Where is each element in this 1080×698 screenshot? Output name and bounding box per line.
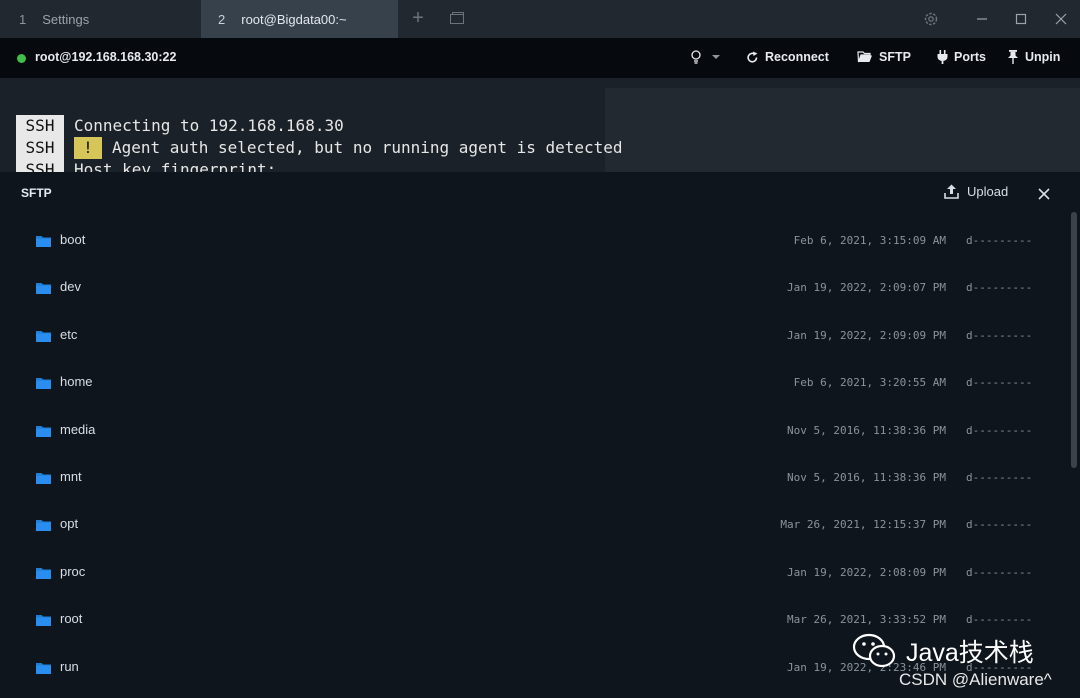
tab-label: Settings [42, 11, 90, 27]
ssh-tag: SSH [16, 137, 64, 159]
hint-dropdown[interactable] [690, 50, 726, 64]
wechat-icon [852, 633, 896, 668]
file-modified-date: Nov 5, 2016, 11:38:36 PM [787, 423, 946, 437]
connection-status-indicator [17, 54, 26, 63]
minimize-icon[interactable] [973, 10, 991, 28]
file-name: boot [60, 232, 86, 247]
sftp-button[interactable]: SFTP [857, 50, 911, 64]
terminal-background-image [605, 88, 1080, 172]
file-row[interactable]: media Nov 5, 2016, 11:38:36 PM d--------- [0, 411, 1060, 458]
file-row[interactable]: home Feb 6, 2021, 3:20:55 AM d--------- [0, 363, 1060, 410]
wechat-watermark: Java技术栈 [852, 631, 1034, 671]
terminal-line: SSH Host key fingerprint: [16, 159, 276, 172]
file-modified-date: Nov 5, 2016, 11:38:36 PM [787, 471, 946, 484]
scrollbar[interactable] [1071, 212, 1077, 468]
ssh-tag: SSH [16, 115, 64, 137]
file-name: mnt [60, 469, 82, 484]
file-name: root [60, 611, 83, 627]
terminal-line-text: Host key fingerprint: [74, 160, 277, 172]
warning-badge: ! [74, 137, 102, 159]
file-modified-date: Jan 19, 2022, 2:08:09 PM [787, 565, 946, 579]
file-permissions: d--------- [966, 471, 1033, 484]
refresh-icon [747, 51, 758, 63]
file-name: opt [60, 516, 79, 532]
file-row[interactable]: dev Jan 19, 2022, 2:09:07 PM d--------- [0, 268, 1060, 315]
pin-icon [1008, 50, 1018, 64]
upload-label: Upload [967, 184, 1009, 199]
lightbulb-icon [691, 50, 701, 64]
file-name: run [60, 658, 79, 674]
watermark-credit: CSDN @Alienware^ [899, 670, 1052, 689]
tab-settings[interactable]: 1 Settings [0, 0, 200, 38]
close-icon[interactable] [1037, 187, 1051, 201]
chevron-down-icon [712, 55, 720, 59]
sftp-label: SFTP [879, 50, 911, 64]
file-name: proc [60, 563, 86, 579]
folder-open-icon [857, 51, 872, 63]
reconnect-button[interactable]: Reconnect [746, 50, 829, 64]
terminal-line-text: Connecting to 192.168.168.30 [74, 116, 344, 135]
unpin-button[interactable]: Unpin [1007, 50, 1060, 64]
file-modified-date: Mar 26, 2021, 12:15:37 PM [780, 518, 946, 532]
host-address: root@192.168.168.30:22 [35, 50, 177, 64]
tab-bar: 1 Settings 2 root@Bigdata00:~ + [0, 0, 1080, 38]
tab-ssh-session[interactable]: 2 root@Bigdata00:~ [201, 0, 398, 38]
folder-icon [36, 615, 51, 627]
tab-label: root@Bigdata00:~ [241, 11, 347, 27]
file-name: home [60, 374, 93, 390]
tab-number: 2 [218, 11, 226, 27]
folder-icon [36, 378, 51, 390]
ports-button[interactable]: Ports [937, 50, 986, 64]
reconnect-label: Reconnect [765, 50, 829, 64]
upload-button[interactable]: Upload [944, 184, 1008, 199]
file-permissions: d--------- [966, 518, 1033, 532]
folder-icon [36, 567, 51, 579]
gear-icon[interactable] [922, 10, 940, 28]
upload-icon [944, 184, 959, 199]
watermark-brand: Java技术栈 [906, 639, 1034, 667]
file-permissions: d--------- [966, 565, 1033, 579]
terminal-line-text: Agent auth selected, but no running agen… [112, 138, 623, 157]
plus-icon[interactable]: + [408, 8, 428, 29]
file-row[interactable]: opt Mar 26, 2021, 12:15:37 PM d--------- [0, 505, 1060, 552]
terminal-output[interactable]: SSH Connecting to 192.168.168.30 SSH! Agen… [0, 78, 1080, 172]
file-name: dev [60, 279, 81, 295]
folder-icon [36, 425, 51, 437]
folder-icon [36, 520, 51, 532]
file-modified-date: Jan 19, 2022, 2:09:09 PM [787, 328, 946, 342]
file-row[interactable]: boot Feb 6, 2021, 3:15:09 AM d--------- [0, 221, 1060, 268]
terminal-line: SSH Connecting to 192.168.168.30 [16, 115, 344, 137]
file-permissions: d--------- [966, 423, 1033, 437]
file-permissions: d--------- [966, 328, 1033, 342]
file-modified-date: Jan 19, 2022, 2:09:07 PM [787, 281, 946, 295]
folder-icon [36, 662, 51, 674]
file-row[interactable]: mnt Nov 5, 2016, 11:38:36 PM d--------- [0, 458, 1060, 505]
file-row[interactable]: proc Jan 19, 2022, 2:08:09 PM d--------- [0, 553, 1060, 600]
sftp-panel: SFTP Upload boot Feb 6, 2021, 3:15:09 AM d… [0, 172, 1080, 698]
folder-icon [36, 236, 51, 247]
ssh-tag: SSH [16, 159, 64, 172]
ports-label: Ports [954, 50, 986, 64]
unpin-label: Unpin [1025, 50, 1061, 64]
file-modified-date: Feb 6, 2021, 3:20:55 AM [793, 376, 946, 390]
folder-icon [36, 283, 51, 295]
file-permissions: d--------- [966, 234, 1033, 247]
file-name: etc [60, 326, 78, 342]
sftp-panel-title: SFTP [21, 186, 52, 200]
terminal-line: SSH! Agent auth selected, but no running … [16, 137, 623, 159]
file-modified-date: Mar 26, 2021, 3:33:52 PM [787, 613, 946, 627]
plug-icon [937, 50, 948, 64]
maximize-icon[interactable] [1012, 10, 1030, 28]
file-permissions: d--------- [966, 376, 1033, 390]
close-icon[interactable] [1052, 10, 1070, 28]
file-permissions: d--------- [966, 613, 1033, 627]
file-row[interactable]: etc Jan 19, 2022, 2:09:09 PM d--------- [0, 316, 1060, 363]
folder-icon [36, 473, 51, 484]
file-name: media [60, 421, 96, 437]
file-permissions: d--------- [966, 281, 1033, 295]
tab-number: 1 [19, 11, 27, 27]
window-icon[interactable] [450, 12, 464, 24]
file-modified-date: Feb 6, 2021, 3:15:09 AM [793, 234, 946, 247]
folder-icon [36, 330, 51, 342]
